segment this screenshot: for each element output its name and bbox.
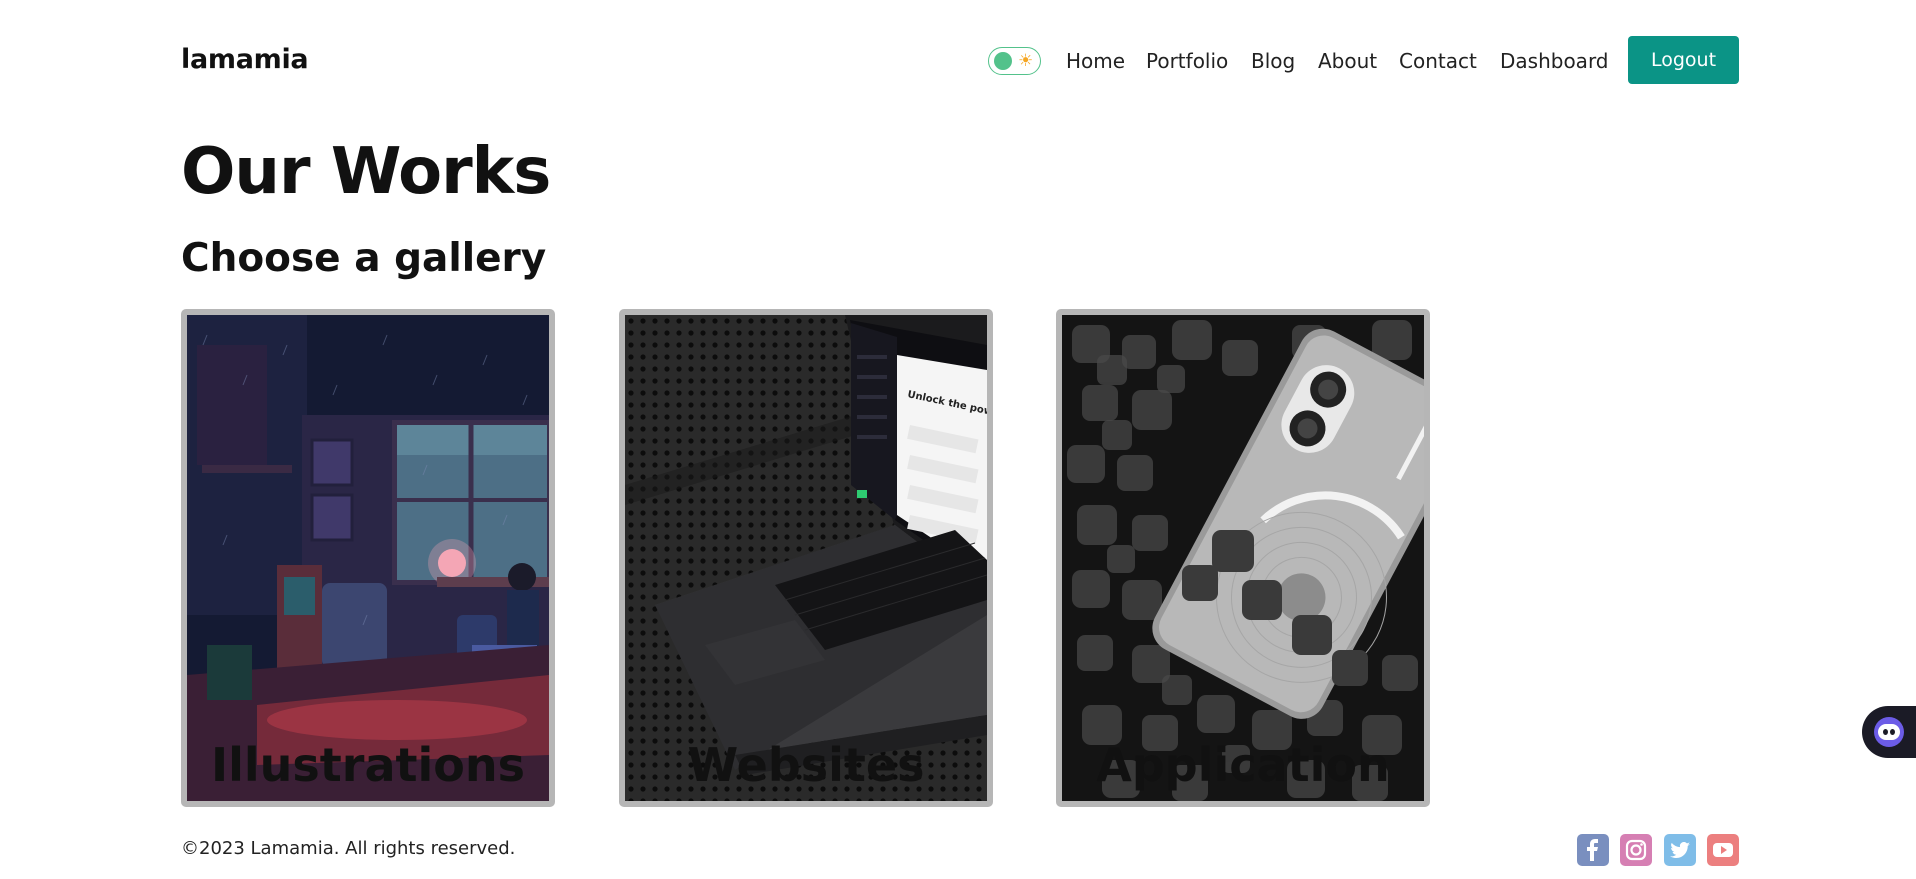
footer-copyright: ©2023 Lamamia. All rights reserved.	[181, 838, 516, 859]
theme-toggle-knob	[994, 52, 1012, 70]
nav-dashboard[interactable]: Dashboard	[1500, 47, 1609, 75]
gallery-label-illustrations: Illustrations	[211, 738, 525, 792]
nav-contact[interactable]: Contact	[1399, 47, 1477, 75]
nav-home[interactable]: Home	[1066, 47, 1125, 75]
chatbot-face	[1878, 724, 1900, 740]
nav-portfolio[interactable]: Portfolio	[1146, 47, 1228, 75]
site-header: lamamia ☀ Home Portfolio Blog About Cont…	[0, 0, 1916, 120]
theme-toggle[interactable]: ☀	[988, 47, 1041, 75]
application-cover-image	[1062, 315, 1424, 801]
sun-icon: ☀	[1018, 51, 1034, 71]
gallery-label-application: Application	[1096, 738, 1390, 792]
gallery-card-illustrations[interactable]: Illustrations	[181, 309, 555, 807]
logout-button[interactable]: Logout	[1628, 36, 1739, 84]
gallery-card-application[interactable]: Application	[1056, 309, 1430, 807]
twitter-icon[interactable]	[1664, 834, 1696, 866]
instagram-icon[interactable]	[1620, 834, 1652, 866]
page-title: Our Works	[181, 135, 551, 209]
brand-logo[interactable]: lamamia	[181, 44, 309, 75]
youtube-icon[interactable]	[1707, 834, 1739, 866]
gallery-card-websites[interactable]: Unlock the power of AI Websites	[619, 309, 993, 807]
illustration-cover-image	[187, 315, 549, 801]
chatbot-widget[interactable]	[1862, 706, 1916, 758]
gallery-label-websites: Websites	[687, 738, 925, 792]
facebook-icon[interactable]	[1577, 834, 1609, 866]
nav-blog[interactable]: Blog	[1251, 47, 1295, 75]
chatbot-eye-left	[1883, 729, 1888, 735]
websites-cover-image: Unlock the power of AI	[625, 315, 987, 801]
chatbot-icon	[1874, 717, 1904, 747]
page-subtitle: Choose a gallery	[181, 236, 547, 281]
chatbot-eye-right	[1890, 729, 1895, 735]
nav-about[interactable]: About	[1318, 47, 1377, 75]
